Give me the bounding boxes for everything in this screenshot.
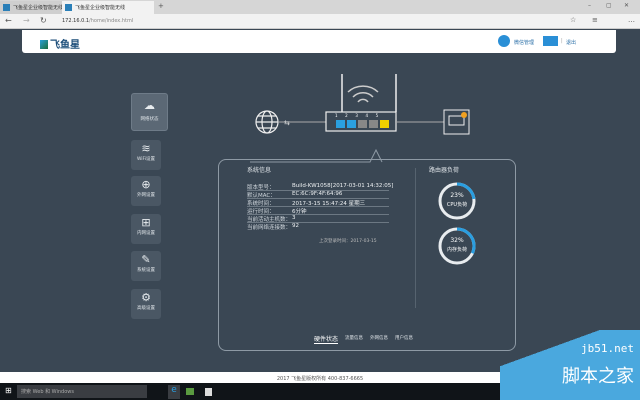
- info-value: 3: [292, 215, 296, 221]
- sidebar-item-network-status[interactable]: ☁ 网络状态: [131, 93, 168, 131]
- wechat-link[interactable]: 微信管理: [514, 39, 534, 46]
- hub-icon[interactable]: ≡: [592, 16, 598, 24]
- sidebar-item-advanced[interactable]: ⚙ 高级设置: [131, 289, 161, 319]
- divider: [415, 168, 416, 308]
- tab-wan-info[interactable]: 外网信息: [370, 335, 388, 341]
- gear-icon: ⚙: [141, 291, 151, 304]
- sidebar-item-label: 网络状态: [140, 117, 159, 122]
- refresh-icon[interactable]: ↻: [40, 16, 47, 25]
- system-info-title: 系统信息: [247, 167, 272, 174]
- watermark-site: jb51.net: [581, 342, 634, 355]
- globe-icon: ⊕: [141, 178, 151, 191]
- close-button[interactable]: ✕: [624, 2, 629, 9]
- sidebar-item-label: 内网设置: [137, 231, 155, 236]
- favorite-star-icon[interactable]: ☆: [570, 16, 576, 24]
- mail-icon[interactable]: [543, 36, 558, 46]
- browser-tab-active[interactable]: 飞鱼星企业级智能无线: [62, 1, 154, 14]
- logout-link[interactable]: 退出: [566, 39, 576, 46]
- cpu-gauge: 23% CPU负荷: [437, 181, 477, 221]
- info-key: 当前网络连接数：: [247, 225, 292, 231]
- memory-gauge: 32% 内存负荷: [437, 226, 477, 266]
- computer-icon: [443, 109, 470, 135]
- logo-icon: [40, 40, 48, 49]
- taskbar-search[interactable]: 搜索 Web 和 Windows: [17, 385, 147, 398]
- watermark-name: 脚本之家: [562, 366, 634, 387]
- tab-user-info[interactable]: 用户信息: [395, 335, 413, 341]
- page-header: 飞鱼星 微信管理 | 退出: [22, 30, 616, 53]
- url-path: /home/index.html: [89, 18, 134, 24]
- link-arrows-icon: ⇆: [284, 119, 290, 127]
- cpu-percent: 23%: [450, 192, 464, 199]
- memory-percent: 32%: [450, 237, 464, 244]
- edge-icon[interactable]: e: [168, 385, 180, 399]
- separator: |: [561, 38, 563, 44]
- memory-label: 内存负荷: [446, 247, 467, 253]
- sidebar-item-wan[interactable]: ⊕ 外网设置: [131, 176, 161, 206]
- new-tab-button[interactable]: +: [158, 2, 164, 10]
- logo: 飞鱼星: [40, 36, 80, 51]
- more-icon[interactable]: …: [628, 16, 635, 24]
- port-numbers: 12345: [335, 113, 386, 118]
- user-avatar-icon[interactable]: [498, 35, 510, 47]
- cloud-icon: ☁: [144, 99, 155, 112]
- info-value: 92: [292, 223, 299, 229]
- router-icon: [325, 74, 397, 132]
- photos-icon[interactable]: [186, 388, 194, 395]
- last-login: 上次登录时间：2017-03-15: [319, 239, 377, 244]
- maximize-button[interactable]: ▢: [606, 2, 612, 9]
- search-placeholder: 搜索 Web 和 Windows: [21, 389, 74, 395]
- favicon-icon: [65, 4, 72, 11]
- tab-hardware-status[interactable]: 硬件状态: [314, 334, 339, 344]
- sidebar-item-label: 外网设置: [137, 193, 155, 198]
- url-host: 172.16.0.1: [62, 18, 90, 24]
- back-icon[interactable]: ←: [5, 16, 12, 25]
- sidebar-item-wifi[interactable]: ≋ WiFi设置: [131, 140, 161, 170]
- logo-text: 飞鱼星: [50, 40, 80, 51]
- copyright: 2017 飞鱼星版权所有 400-837-6665: [276, 376, 364, 382]
- wrench-icon: ✎: [141, 253, 151, 266]
- favicon-icon: [3, 4, 10, 11]
- lan-icon: ⊞: [141, 216, 151, 229]
- sidebar-item-system[interactable]: ✎ 系统设置: [131, 251, 161, 281]
- load-title: 路由器负荷: [429, 167, 460, 174]
- tab-title: 飞鱼星企业级智能无线: [75, 5, 126, 11]
- sidebar-item-label: 高级设置: [137, 306, 155, 311]
- forward-icon[interactable]: →: [23, 16, 30, 25]
- info-value: Build-KW1058[2017-03-01 14:32:05]: [292, 183, 394, 189]
- status-panel: 系统信息 版本型号： Build-KW1058[2017-03-01 14:32:…: [218, 159, 516, 351]
- url-input[interactable]: 172.16.0.1/home/index.html: [62, 18, 133, 24]
- tab-traffic-info[interactable]: 流量信息: [345, 335, 363, 341]
- info-row: 当前网络连接数： 92: [247, 222, 389, 231]
- windows-start-icon[interactable]: ⊞: [5, 386, 12, 395]
- sidebar-item-lan[interactable]: ⊞ 内网设置: [131, 214, 161, 244]
- browser-tab-bar: 飞鱼星企业级智能无线上网 飞鱼星企业级智能无线 + – ▢ ✕: [0, 0, 640, 14]
- watermark: jb51.net 脚本之家: [500, 330, 640, 400]
- address-bar: ← → ↻ 172.16.0.1/home/index.html ☆ ≡ …: [0, 14, 640, 29]
- sidebar-item-label: 系统设置: [137, 268, 155, 273]
- internet-globe-icon: [255, 110, 279, 134]
- sidebar-item-label: WiFi设置: [136, 157, 156, 162]
- store-icon[interactable]: [205, 388, 212, 396]
- info-value: EC:6C:9F:4F:64:96: [292, 191, 343, 197]
- wifi-icon: ≋: [141, 142, 151, 155]
- cpu-label: CPU负荷: [446, 202, 468, 208]
- minimize-button[interactable]: –: [588, 2, 591, 9]
